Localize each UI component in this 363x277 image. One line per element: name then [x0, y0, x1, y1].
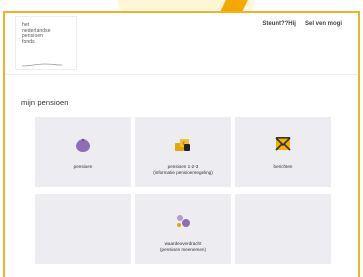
tile-pensioen-123[interactable]: € pensioen 1-2-3 (informatie pensioenreg…	[135, 117, 231, 187]
logo-swoosh-icon	[22, 63, 62, 67]
tile-label: pensioen	[35, 164, 131, 170]
logo-line: fonds	[22, 38, 35, 45]
tile-label: waardeoverdracht (pensioen meenemen)	[135, 241, 231, 252]
tile-label: berichten	[235, 164, 331, 170]
top-nav: Steunt??Hij Sel ven mogi	[262, 21, 342, 27]
purse-icon	[76, 138, 90, 152]
tile-label: pensioen 1-2-3 (informatie pensioenregel…	[135, 164, 231, 175]
screen: het nederlandse pensioen fonds Steunt??H…	[0, 0, 363, 277]
tile-berichten[interactable]: berichten	[235, 117, 331, 187]
coins-icon: €	[175, 139, 190, 151]
help-link[interactable]: Steunt??Hij	[262, 21, 296, 27]
tile-empty	[235, 194, 331, 264]
logout-link[interactable]: Sel ven mogi	[305, 21, 342, 27]
header: het nederlandse pensioen fonds Steunt??H…	[5, 13, 358, 75]
tile-label-line: berichten	[273, 164, 293, 169]
app-frame: het nederlandse pensioen fonds Steunt??H…	[3, 11, 360, 277]
tile-label-line: pensioen	[73, 164, 93, 169]
envelope-icon	[275, 137, 291, 151]
tile-pensioen[interactable]: pensioen	[35, 117, 131, 187]
tile-waardeoverdracht[interactable]: waardeoverdracht (pensioen meenemen)	[135, 194, 231, 264]
tile-grid: pensioen € pensioen 1-2-3 (informatie pe…	[35, 117, 332, 264]
people-icon	[177, 215, 190, 227]
brand-logo[interactable]: het nederlandse pensioen fonds	[15, 16, 77, 70]
header-divider	[5, 74, 358, 75]
tile-label-line: (pensioen meenemen)	[160, 246, 206, 252]
page-title: mijn pensioen	[21, 98, 69, 107]
tile-label-line: (informatie pensioenregeling)	[153, 169, 213, 175]
tile-empty	[35, 194, 131, 264]
